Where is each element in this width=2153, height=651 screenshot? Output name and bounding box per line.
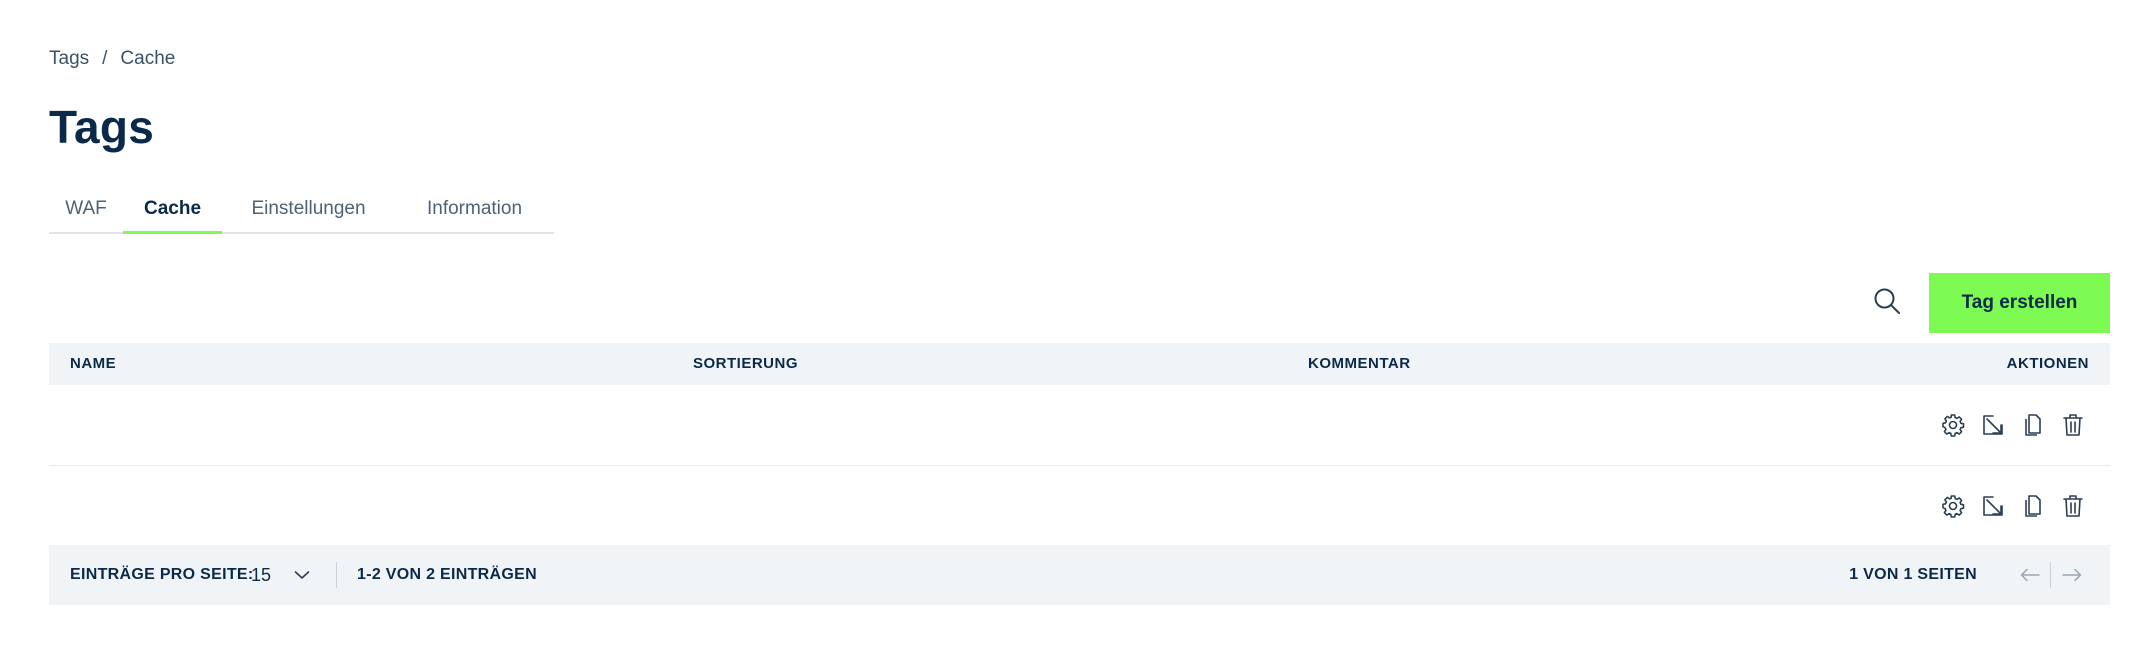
copy-icon[interactable] — [2021, 494, 2045, 518]
column-header-name[interactable]: NAME — [70, 343, 116, 385]
pages-info: 1 VON 1 SEITEN — [1849, 566, 1977, 583]
create-tag-button[interactable]: Tag erstellen — [1929, 273, 2110, 333]
column-header-aktionen: AKTIONEN — [2006, 355, 2089, 372]
table-row[interactable] — [49, 385, 2110, 466]
arrow-right-icon — [2062, 568, 2082, 582]
arrow-left-icon — [2020, 568, 2040, 582]
open-external-icon[interactable] — [1981, 413, 2005, 437]
divider — [2050, 562, 2051, 588]
previous-page-button[interactable] — [2020, 568, 2040, 582]
breadcrumb-item-tags[interactable]: Tags — [49, 48, 89, 70]
page-title: Tags — [49, 101, 155, 153]
search-button[interactable] — [1870, 284, 1904, 318]
pagination-bar: EINTRÄGE PRO SEITE: 15 1-2 VON 2 EINTRÄG… — [49, 545, 2110, 605]
gear-icon[interactable] — [1941, 413, 1965, 437]
table-header: NAME SORTIERUNG KOMMENTAR AKTIONEN — [49, 343, 2110, 385]
breadcrumb-item-cache: Cache — [120, 48, 176, 69]
next-page-button[interactable] — [2062, 568, 2082, 582]
search-icon — [1874, 288, 1900, 314]
column-header-sortierung[interactable]: SORTIERUNG — [693, 343, 798, 385]
tab-information[interactable]: Information — [395, 186, 554, 232]
copy-icon[interactable] — [2021, 413, 2045, 437]
entries-info: 1-2 VON 2 EINTRÄGEN — [357, 566, 537, 583]
column-header-kommentar[interactable]: KOMMENTAR — [1308, 343, 1411, 385]
per-page-select[interactable]: 15 — [251, 565, 310, 586]
tags-table: NAME SORTIERUNG KOMMENTAR AKTIONEN — [49, 343, 2110, 547]
row-actions — [1941, 494, 2085, 518]
tab-waf[interactable]: WAF — [49, 186, 123, 232]
per-page-value: 15 — [251, 564, 272, 585]
trash-icon[interactable] — [2061, 413, 2085, 437]
open-external-icon[interactable] — [1981, 494, 2005, 518]
breadcrumb-separator: / — [102, 48, 108, 69]
divider — [336, 562, 337, 588]
row-actions — [1941, 413, 2085, 437]
gear-icon[interactable] — [1941, 494, 1965, 518]
tab-cache[interactable]: Cache — [123, 186, 222, 234]
tab-einstellungen[interactable]: Einstellungen — [222, 186, 395, 232]
per-page-label: EINTRÄGE PRO SEITE: — [70, 566, 254, 583]
table-row[interactable] — [49, 466, 2110, 547]
trash-icon[interactable] — [2061, 494, 2085, 518]
breadcrumb: Tags / Cache — [49, 48, 175, 70]
chevron-down-icon — [294, 570, 310, 580]
tab-bar: WAF Cache Einstellungen Information — [49, 186, 554, 234]
